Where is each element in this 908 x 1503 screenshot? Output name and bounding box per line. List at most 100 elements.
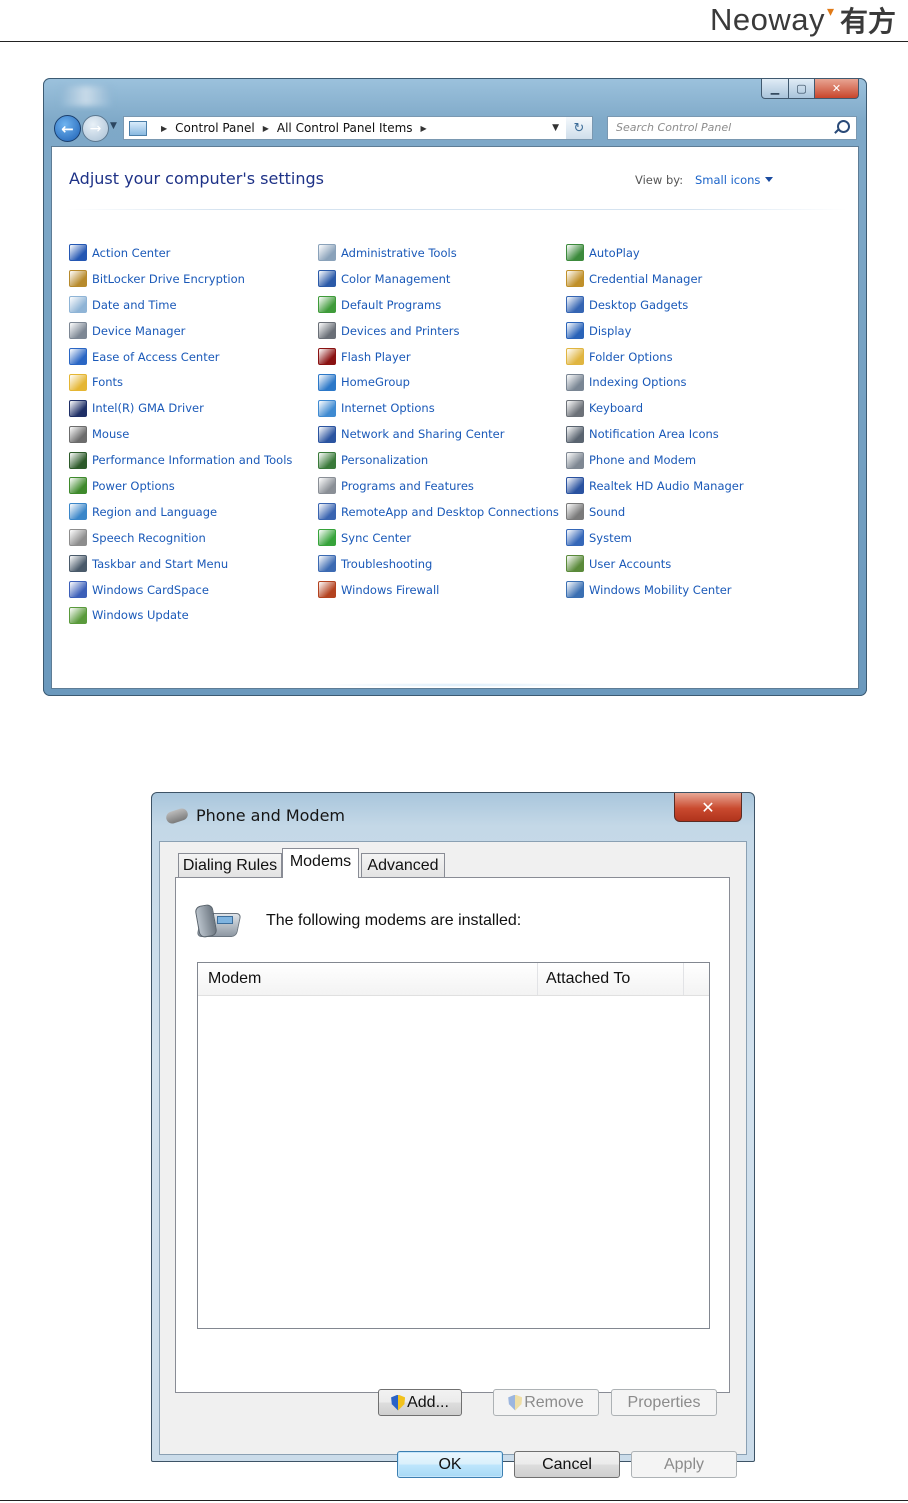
control-panel-item[interactable]: Internet Options [318,395,558,421]
speaker-icon [566,503,584,521]
homegroup-icon [318,373,336,391]
column-header-attached-to[interactable]: Attached To [546,970,630,988]
control-panel-item[interactable]: Phone and Modem [566,447,806,473]
recent-pages-dropdown-icon[interactable]: ▼ [110,121,117,131]
control-panel-item[interactable]: Realtek HD Audio Manager [566,473,806,499]
page-title: Adjust your computer's settings [69,169,324,188]
forward-arrow-icon[interactable]: → [82,115,109,142]
control-panel-item[interactable]: RemoteApp and Desktop Connections [318,499,559,525]
address-dropdown-icon[interactable]: ▼ [552,123,559,133]
control-panel-item[interactable]: Date and Time [69,292,309,318]
control-panel-item[interactable]: Ease of Access Center [69,344,309,370]
control-panel-item[interactable]: BitLocker Drive Encryption [69,266,309,292]
keyboard-icon [566,399,584,417]
close-button[interactable]: ✕ [674,793,742,822]
control-panel-item[interactable]: Intel(R) GMA Driver [69,395,309,421]
tab-dialing-rules[interactable]: Dialing Rules [178,853,282,878]
address-bar[interactable]: ▶ Control Panel ▶ All Control Panel Item… [123,116,567,140]
remoteapp-icon [318,503,336,521]
view-by-dropdown[interactable]: Small icons [695,173,774,187]
control-panel-item[interactable]: Windows Update [69,602,309,628]
flash-icon [318,348,336,365]
modems-tab-panel: The following modems are installed: Mode… [175,877,730,1393]
control-panel-item[interactable]: Region and Language [69,499,309,525]
control-panel-item[interactable]: System [566,525,806,551]
control-panel-item[interactable]: Performance Information and Tools [69,447,309,473]
control-panel-item[interactable]: Programs and Features [318,473,558,499]
control-panel-item[interactable]: Color Management [318,266,558,292]
control-panel-item[interactable]: Default Programs [318,292,558,318]
ok-button[interactable]: OK [397,1451,503,1478]
control-panel-item[interactable]: Device Manager [69,318,309,344]
control-panel-item[interactable]: Network and Sharing Center [318,421,558,447]
control-panel-item[interactable]: Keyboard [566,395,806,421]
breadcrumb-control-panel[interactable]: Control Panel [175,121,255,135]
cancel-button[interactable]: Cancel [514,1451,620,1478]
microphone-icon [69,529,87,547]
control-panel-item[interactable]: Windows Firewall [318,577,558,603]
control-panel-item[interactable]: Personalization [318,447,558,473]
control-panel-item-label: Windows CardSpace [92,582,209,597]
control-panel-item[interactable]: Credential Manager [566,266,806,292]
control-panel-item[interactable]: User Accounts [566,551,806,577]
control-panel-item[interactable]: AutoPlay [566,240,806,266]
close-button[interactable]: ✕ [815,78,859,99]
properties-button[interactable]: Properties [611,1389,717,1416]
control-panel-item[interactable]: Windows CardSpace [69,577,309,603]
control-panel-item[interactable]: HomeGroup [318,369,558,395]
column-divider[interactable] [683,963,684,995]
control-panel-item[interactable]: Desktop Gadgets [566,292,806,318]
control-panel-item-label: Realtek HD Audio Manager [589,478,744,493]
search-icon[interactable] [837,120,850,133]
tab-modems[interactable]: Modems [282,848,359,878]
tab-advanced[interactable]: Advanced [361,853,445,878]
firewall-icon [318,581,336,599]
control-panel-item[interactable]: Fonts [69,369,309,395]
breadcrumb-arrow-icon[interactable]: ▶ [263,124,269,133]
control-panel-item[interactable]: Administrative Tools [318,240,558,266]
control-panel-item-label: BitLocker Drive Encryption [92,271,245,286]
breadcrumb-all-items[interactable]: All Control Panel Items [277,121,413,135]
breadcrumb-arrow-icon[interactable]: ▶ [421,124,427,133]
breadcrumb-arrow-icon[interactable]: ▶ [161,124,167,133]
control-panel-item[interactable]: Notification Area Icons [566,421,806,447]
search-input[interactable]: Search Control Panel [607,116,857,140]
control-panel-item[interactable]: Mouse [69,421,309,447]
refresh-icon[interactable]: ↻ [566,116,593,140]
apply-button[interactable]: Apply [631,1451,737,1478]
control-panel-item[interactable]: Power Options [69,473,309,499]
add-button[interactable]: Add... [378,1389,462,1416]
maximize-button[interactable]: ▢ [789,78,815,99]
column-divider[interactable] [537,963,538,995]
control-panel-item-label: Display [589,323,632,338]
control-panel-item[interactable]: Folder Options [566,344,806,370]
control-panel-item[interactable]: Troubleshooting [318,551,558,577]
control-panel-item-label: Keyboard [589,401,644,416]
search-placeholder: Search Control Panel [616,121,732,134]
autoplay-icon [566,244,584,262]
control-panel-item[interactable]: Speech Recognition [69,525,309,551]
control-panel-item[interactable]: Indexing Options [566,369,806,395]
column-header-modem[interactable]: Modem [208,970,261,988]
control-panel-item-label: Ease of Access Center [92,349,220,364]
control-panel-item[interactable]: Sync Center [318,525,558,551]
modem-list[interactable]: Modem Attached To [197,962,710,1329]
control-panel-item-label: Mouse [92,427,130,442]
control-panel-item-label: Phone and Modem [589,453,697,468]
control-panel-item-label: Credential Manager [589,271,703,286]
control-panel-item[interactable]: Flash Player [318,344,558,370]
control-panel-item[interactable]: Sound [566,499,806,525]
display-icon [566,322,584,340]
control-panel-item[interactable]: Windows Mobility Center [566,577,806,603]
neoway-logo: Neoway ▾ 有方 [710,0,896,40]
control-panel-item-label: HomeGroup [341,375,410,390]
control-panel-item[interactable]: Taskbar and Start Menu [69,551,309,577]
control-panel-item-label: Intel(R) GMA Driver [92,401,204,416]
back-arrow-icon[interactable]: ← [54,115,81,142]
control-panel-item[interactable]: Action Center [69,240,309,266]
phone-icon [194,903,242,939]
remove-button[interactable]: Remove [493,1389,599,1416]
control-panel-item[interactable]: Display [566,318,806,344]
control-panel-item[interactable]: Devices and Printers [318,318,558,344]
minimize-button[interactable]: ▁ [761,78,789,99]
